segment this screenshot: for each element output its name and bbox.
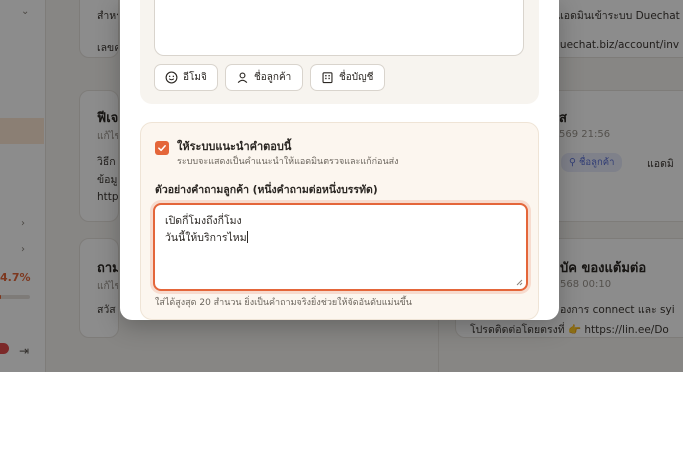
- insert-customer-name-button[interactable]: ชื่อลูกค้า: [225, 64, 303, 91]
- suggest-reply-checkbox[interactable]: [155, 141, 169, 155]
- message-editor-panel: อีโมจิ ชื่อลูกค้า ชื่อบัญชี: [140, 0, 539, 104]
- insert-customer-name-label: ชื่อลูกค้า: [254, 72, 292, 83]
- building-icon: [322, 72, 333, 84]
- suggest-reply-title: ให้ระบบแนะนำคำตอบนี้: [177, 140, 292, 153]
- text-caret: [246, 231, 248, 243]
- reply-textarea[interactable]: [154, 0, 524, 56]
- insert-account-name-label: ชื่อบัญชี: [339, 72, 374, 83]
- insert-emoji-button[interactable]: อีโมจิ: [154, 64, 218, 91]
- insert-account-name-button[interactable]: ชื่อบัญชี: [310, 64, 385, 91]
- app-background: ⌄ › › 4.7% ⇥ สำหร เลขค ฟีเจ แก้ไข วิธีก …: [0, 0, 683, 372]
- suggest-reply-description: ระบบจะแสดงเป็นคำแนะนำให้แอดมินตรวจและแก้…: [177, 157, 399, 167]
- check-icon: [158, 145, 166, 152]
- example-questions-label: ตัวอย่างคำถามลูกค้า (หนึ่งคำถามต่อหนึ่งบ…: [155, 184, 378, 196]
- suggest-reply-panel: ให้ระบบแนะนำคำตอบนี้ ระบบจะแสดงเป็นคำแนะ…: [140, 122, 539, 320]
- resize-handle-icon[interactable]: [515, 278, 523, 286]
- example-questions-value: เปิดกี่โมงถึงกี่โมง วันนี้ให้บริการไหม: [165, 215, 247, 244]
- insert-emoji-label: อีโมจิ: [183, 72, 207, 83]
- example-questions-hint: ใส่ได้สูงสุด 20 สำนวน ยิ่งเป็นคำถามจริงย…: [155, 298, 412, 308]
- smile-icon: [165, 71, 178, 84]
- example-questions-textarea[interactable]: เปิดกี่โมงถึงกี่โมง วันนี้ให้บริการไหม: [153, 203, 528, 291]
- edit-reply-modal: อีโมจิ ชื่อลูกค้า ชื่อบัญชี ให้ระบบแนะนำ…: [120, 0, 559, 320]
- user-icon: [237, 72, 248, 84]
- screenshot-frame: ⌄ › › 4.7% ⇥ สำหร เลขค ฟีเจ แก้ไข วิธีก …: [0, 0, 683, 472]
